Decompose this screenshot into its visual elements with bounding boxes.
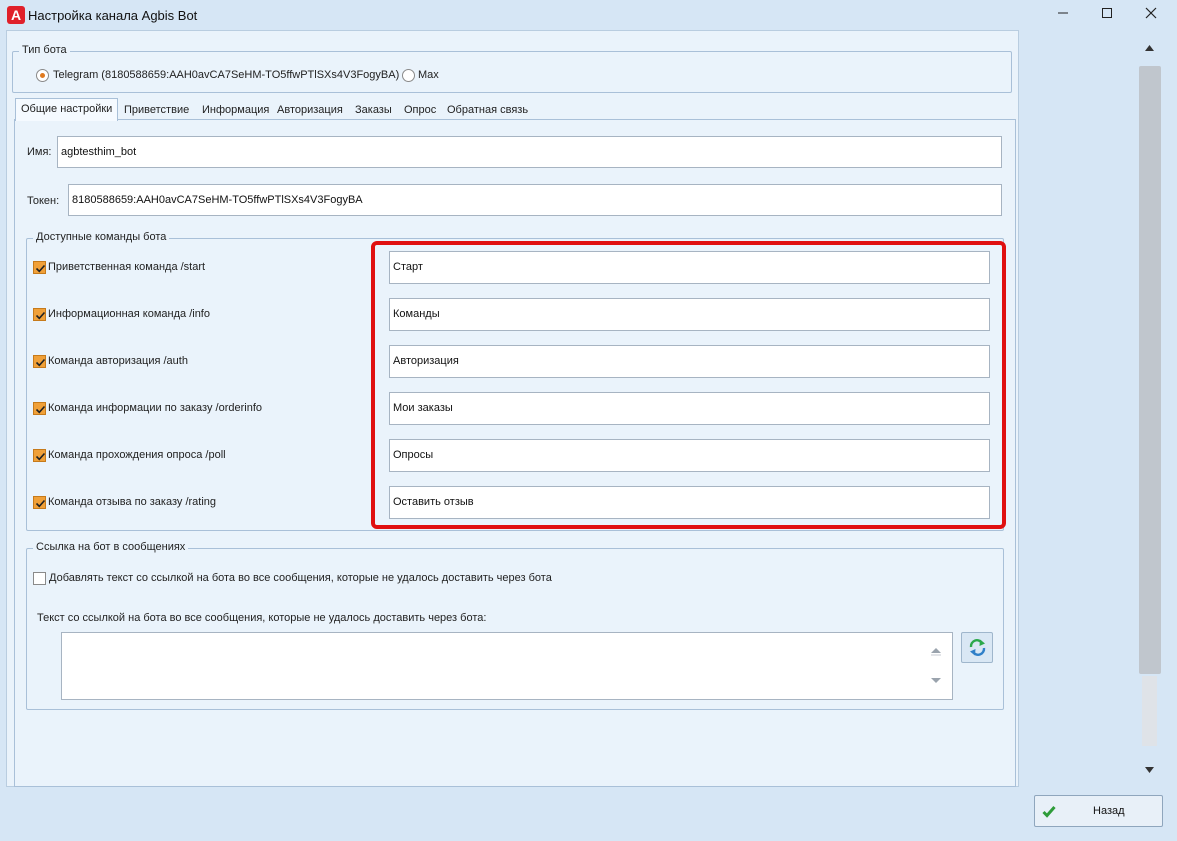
checkbox-cmd-orderinfo[interactable]	[33, 402, 46, 415]
minimize-button[interactable]	[1040, 0, 1086, 28]
tab-authorization[interactable]: Авторизация	[272, 98, 348, 120]
checkmark-icon	[1042, 806, 1056, 818]
arrow-up-icon	[1145, 45, 1154, 51]
tab-general[interactable]: Общие настройки	[15, 98, 119, 121]
agbis-logo-icon: A	[7, 6, 25, 24]
radio-telegram[interactable]	[36, 69, 49, 82]
tab-orders[interactable]: Заказы	[350, 98, 397, 120]
tab-greeting[interactable]: Приветствие	[119, 98, 194, 120]
window-title: Настройка канала Agbis Bot	[28, 8, 198, 23]
cmd-auth-label[interactable]: Команда авторизация /auth	[48, 355, 188, 367]
scroll-up-button[interactable]	[1137, 38, 1162, 60]
title-bar: A Настройка канала Agbis Bot	[0, 0, 1177, 30]
back-button[interactable]: Назад	[1034, 795, 1163, 827]
svg-text:A: A	[11, 7, 21, 23]
tab-information[interactable]: Информация	[197, 98, 274, 120]
checkbox-cmd-rating[interactable]	[33, 496, 46, 509]
minimize-icon	[1058, 12, 1068, 14]
close-icon	[1145, 7, 1157, 19]
name-input[interactable]: agbtesthim_bot	[57, 136, 1002, 168]
link-text-label: Текст со ссылкой на бота во все сообщени…	[37, 612, 487, 624]
commands-legend: Доступные команды бота	[33, 231, 170, 243]
tab-poll[interactable]: Опрос	[399, 98, 441, 120]
checkbox-cmd-start[interactable]	[33, 261, 46, 274]
arrow-down-icon	[931, 678, 941, 683]
cmd-info-label[interactable]: Информационная команда /info	[48, 308, 210, 320]
close-button[interactable]	[1128, 0, 1174, 28]
arrow-down-icon	[1145, 767, 1154, 773]
checkbox-add-link[interactable]	[33, 572, 46, 585]
link-text-memo[interactable]	[61, 632, 953, 700]
add-link-label[interactable]: Добавлять текст со ссылкой на бота во вс…	[49, 572, 552, 584]
refresh-icon	[969, 639, 986, 656]
checkbox-cmd-info[interactable]	[33, 308, 46, 321]
maximize-button[interactable]	[1084, 0, 1130, 28]
token-input[interactable]: 8180588659:AAH0avCA7SeHM-TO5ffwPTlSXs4V3…	[68, 184, 1002, 216]
cmd-poll-label[interactable]: Команда прохождения опроса /poll	[48, 449, 226, 461]
bot-type-legend: Тип бота	[19, 44, 70, 56]
token-label: Токен:	[27, 195, 60, 207]
highlight-annotation	[371, 241, 1006, 529]
name-label: Имя:	[27, 146, 52, 158]
vertical-scrollbar[interactable]	[1137, 36, 1162, 786]
maximize-icon	[1102, 8, 1112, 18]
scroll-thumb[interactable]	[1139, 66, 1161, 674]
checkbox-cmd-auth[interactable]	[33, 355, 46, 368]
tab-feedback[interactable]: Обратная связь	[442, 98, 533, 120]
bot-link-legend: Ссылка на бот в сообщениях	[33, 541, 189, 553]
radio-max[interactable]	[402, 69, 415, 82]
memo-scroll-up[interactable]	[929, 646, 943, 656]
scroll-track-rest[interactable]	[1142, 676, 1157, 746]
memo-scroll-down[interactable]	[929, 675, 943, 685]
cmd-start-label[interactable]: Приветственная команда /start	[48, 261, 205, 273]
refresh-link-button[interactable]	[961, 632, 993, 663]
radio-max-label[interactable]: Max	[418, 69, 439, 81]
cmd-rating-label[interactable]: Команда отзыва по заказу /rating	[48, 496, 216, 508]
cmd-orderinfo-label[interactable]: Команда информации по заказу /orderinfo	[48, 402, 262, 414]
arrow-up-icon	[931, 648, 941, 656]
checkbox-cmd-poll[interactable]	[33, 449, 46, 462]
scroll-down-button[interactable]	[1137, 760, 1162, 782]
back-button-label: Назад	[1093, 805, 1125, 817]
radio-telegram-label[interactable]: Telegram (8180588659:AAH0avCA7SeHM-TO5ff…	[53, 69, 399, 81]
